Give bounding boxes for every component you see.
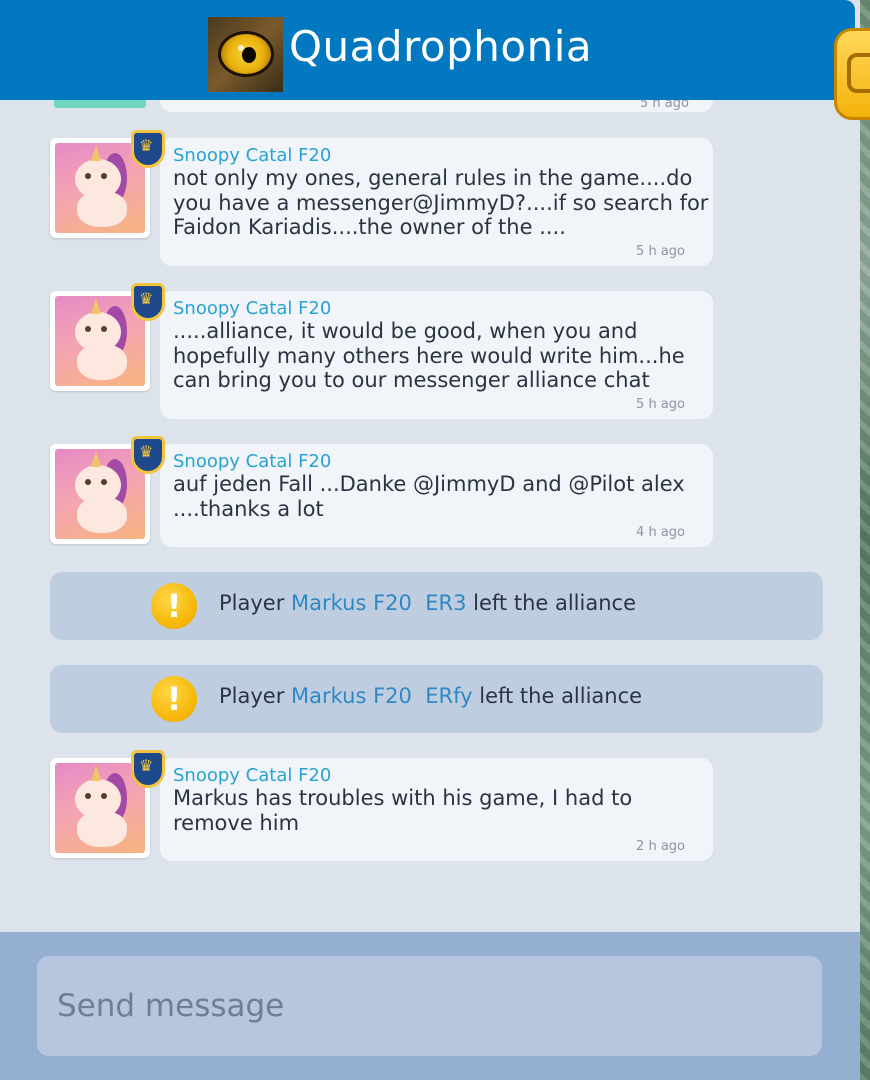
chat-bubble-icon [847,53,870,93]
message-bubble [160,100,713,112]
player-link[interactable]: Markus F20 ER3 [291,591,466,615]
alliance-title: Quadrophonia [289,22,593,71]
message-timestamp: 4 h ago [636,525,685,540]
sender-name[interactable]: Snoopy Catal F20 [173,451,331,472]
alliance-logo[interactable] [208,17,283,92]
sender-name[interactable]: Snoopy Catal F20 [173,298,331,319]
exclamation-icon: ! [151,676,197,722]
chat-side-tab[interactable] [834,28,870,120]
message-timestamp: 2 h ago [636,839,685,854]
message-text: Markus has troubles with his game, I had… [173,786,633,835]
rank-crown-badge-icon: ♛ [131,283,165,321]
message-timestamp: 5 h ago [636,244,685,259]
owl-eye-icon [218,31,274,77]
notice-text: Player Markus F20 ERfy left the alliance [219,684,643,708]
system-notice: ! Player Markus F20 ER3 left the allianc… [50,572,823,640]
composer-bar [0,932,860,1080]
avatar[interactable] [54,100,146,108]
message-bubble: Snoopy Catal F20 Markus has troubles wit… [160,758,713,861]
message-bubble: Snoopy Catal F20 not only my ones, gener… [160,138,713,266]
system-notice: ! Player Markus F20 ERfy left the allian… [50,665,823,733]
message-text: not only my ones, general rules in the g… [173,166,709,239]
rank-crown-badge-icon: ♛ [131,130,165,168]
alliance-chat-panel: Quadrophonia 5 h ago ♛ Snoopy Catal F20 … [0,0,860,1080]
message-timestamp: 5 h ago [640,100,689,111]
message-text: .....alliance, it would be good, when yo… [173,319,685,392]
sender-name[interactable]: Snoopy Catal F20 [173,145,331,166]
sender-name[interactable]: Snoopy Catal F20 [173,765,331,786]
rank-crown-badge-icon: ♛ [131,750,165,788]
chat-header: Quadrophonia [0,0,855,100]
player-link[interactable]: Markus F20 ERfy [291,684,473,708]
rank-crown-badge-icon: ♛ [131,436,165,474]
message-bubble: Snoopy Catal F20 auf jeden Fall ...Danke… [160,444,713,547]
message-bubble: Snoopy Catal F20 .....alliance, it would… [160,291,713,419]
message-text: auf jeden Fall ...Danke @JimmyD and @Pil… [173,472,685,521]
message-list[interactable]: 5 h ago ♛ Snoopy Catal F20 not only my o… [0,100,860,932]
notice-text: Player Markus F20 ER3 left the alliance [219,591,636,615]
message-timestamp: 5 h ago [636,397,685,412]
exclamation-icon: ! [151,583,197,629]
send-message-input[interactable] [37,956,822,1056]
